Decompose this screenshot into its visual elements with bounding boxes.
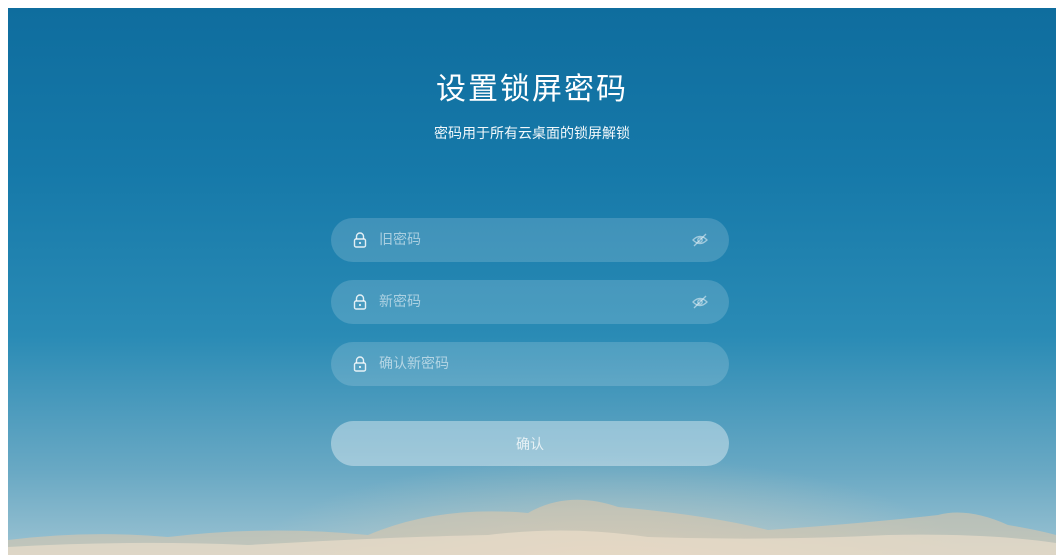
eye-off-icon[interactable]: [691, 293, 709, 311]
clouds-background: [8, 499, 1056, 555]
page-subtitle: 密码用于所有云桌面的锁屏解锁: [434, 126, 630, 142]
page-title: 设置锁屏密码: [436, 72, 628, 107]
lock-icon: [353, 232, 367, 248]
confirm-password-field[interactable]: [331, 341, 729, 387]
lock-screen-password-page: 设置锁屏密码 密码用于所有云桌面的锁屏解锁 确认: [8, 8, 1056, 555]
old-password-input[interactable]: [377, 217, 691, 263]
eye-off-icon[interactable]: [691, 231, 709, 249]
confirm-button[interactable]: 确认: [331, 421, 729, 466]
old-password-field[interactable]: [331, 217, 729, 263]
lock-icon: [353, 294, 367, 310]
confirm-password-input[interactable]: [377, 341, 709, 387]
new-password-input[interactable]: [377, 279, 691, 325]
lock-icon: [353, 356, 367, 372]
new-password-field[interactable]: [331, 279, 729, 325]
